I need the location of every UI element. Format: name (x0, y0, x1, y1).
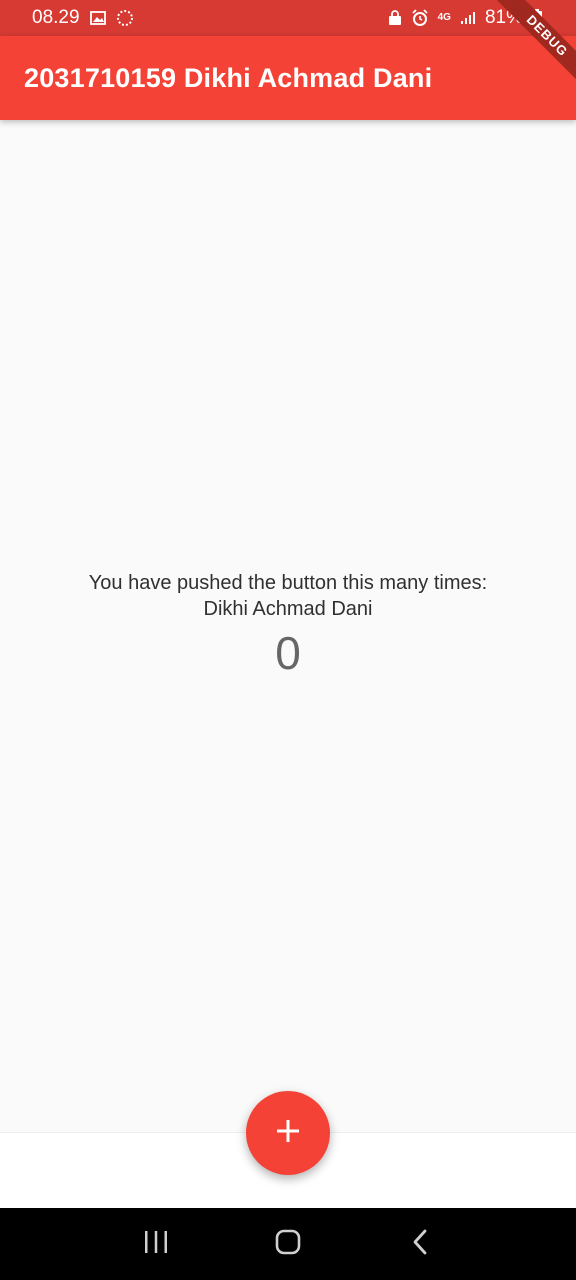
counter-content: You have pushed the button this many tim… (0, 570, 576, 678)
increment-button[interactable] (246, 1091, 330, 1175)
image-icon (89, 11, 106, 25)
add-icon (275, 1118, 301, 1149)
status-bar: 08.29 4G 81% (0, 0, 576, 36)
system-nav-bar (0, 1208, 576, 1280)
recent-apps-icon (142, 1229, 170, 1260)
loading-icon (116, 9, 134, 27)
home-icon (274, 1228, 302, 1261)
home-button[interactable] (258, 1214, 318, 1274)
network-4g-icon: 4G (437, 12, 451, 23)
status-time: 08.29 (32, 7, 80, 28)
back-icon (410, 1228, 430, 1261)
counter-description: You have pushed the button this many tim… (88, 572, 488, 594)
status-left: 08.29 (32, 7, 134, 29)
back-button[interactable] (390, 1214, 450, 1274)
alarm-icon (411, 9, 429, 27)
signal-icon (460, 11, 476, 25)
name-text: Dikhi Achmad Dani (203, 598, 373, 620)
app-title: 2031710159 Dikhi Achmad Dani (24, 62, 433, 93)
screen: 08.29 4G 81% 2031710159 Dikhi Achmad Dan… (0, 0, 576, 1280)
recent-apps-button[interactable] (126, 1214, 186, 1274)
app-bar: 2031710159 Dikhi Achmad Dani (0, 36, 576, 120)
lock-icon (388, 10, 402, 26)
counter-value: 0 (275, 627, 301, 679)
